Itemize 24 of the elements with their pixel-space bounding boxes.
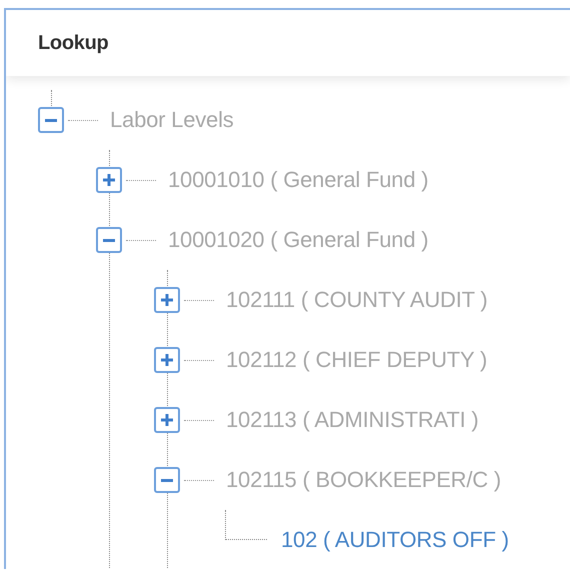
tree-node-label[interactable]: 102112 ( CHIEF DEPUTY )	[226, 347, 488, 373]
plus-icon	[161, 354, 173, 366]
expand-toggle[interactable]	[154, 287, 180, 313]
collapse-toggle[interactable]	[154, 467, 180, 493]
expand-toggle[interactable]	[154, 407, 180, 433]
tree-node-label[interactable]: 10001010 ( General Fund )	[168, 167, 428, 193]
plus-icon	[161, 294, 173, 306]
expand-toggle[interactable]	[96, 167, 122, 193]
tree-connector	[225, 510, 267, 540]
minus-icon	[45, 118, 57, 122]
tree-node-label[interactable]: 102111 ( COUNTY AUDIT )	[226, 287, 488, 313]
tree-node-label[interactable]: 102113 ( ADMINISTRATI )	[226, 407, 479, 433]
minus-icon	[103, 238, 115, 242]
collapse-toggle[interactable]	[96, 227, 122, 253]
plus-icon	[161, 414, 173, 426]
tree-node-label[interactable]: 102115 ( BOOKKEEPER/C )	[226, 467, 501, 493]
panel-title: Lookup	[38, 32, 108, 54]
tree-node-label[interactable]: Labor Levels	[110, 107, 234, 133]
plus-icon	[103, 174, 115, 186]
expand-toggle[interactable]	[154, 347, 180, 373]
minus-icon	[161, 478, 173, 482]
tree-node-label[interactable]: 102 ( AUDITORS OFF )	[281, 527, 509, 553]
collapse-toggle[interactable]	[38, 107, 64, 133]
tree-node-label[interactable]: 10001020 ( General Fund )	[168, 227, 428, 253]
